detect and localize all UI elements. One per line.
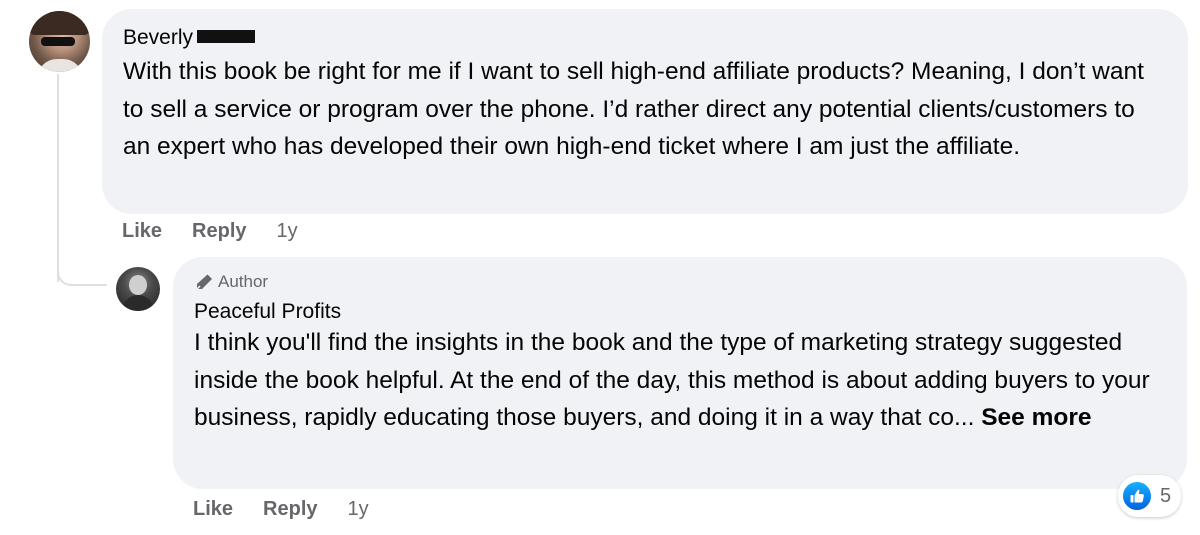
- author-badge: Author: [194, 271, 1167, 293]
- pen-icon: [196, 274, 212, 290]
- reply-like-button[interactable]: Like: [193, 498, 233, 521]
- reply-text: I think you'll find the insights in the …: [194, 324, 1167, 437]
- reply-author-name[interactable]: Peaceful Profits: [194, 300, 341, 324]
- author-badge-label: Author: [218, 272, 269, 291]
- reply-timestamp[interactable]: 1y: [348, 498, 369, 521]
- thread-connector-line: [57, 74, 59, 282]
- thumbs-up-icon: [1121, 480, 1153, 512]
- comment-like-button[interactable]: Like: [122, 220, 162, 243]
- comment-reply-button[interactable]: Reply: [192, 220, 246, 243]
- comment-actions: Like Reply 1y: [122, 220, 298, 243]
- comment-timestamp[interactable]: 1y: [277, 220, 298, 243]
- comment-author-name[interactable]: Beverly: [123, 26, 193, 50]
- thread-connector-curve: [57, 262, 107, 286]
- reaction-badge[interactable]: 5: [1118, 475, 1182, 517]
- see-more-link[interactable]: See more: [981, 404, 1091, 431]
- reply-reply-button[interactable]: Reply: [263, 498, 317, 521]
- avatar-head: [129, 275, 147, 295]
- avatar-shirt: [37, 59, 83, 72]
- commenter-avatar[interactable]: [29, 11, 90, 72]
- comment-text: With this book be right for me if I want…: [123, 58, 1144, 160]
- reply-actions: Like Reply 1y: [193, 498, 369, 521]
- comment-bubble: Beverly With this book be right for me i…: [102, 9, 1188, 214]
- avatar-hair: [29, 11, 90, 35]
- avatar-sunglasses: [41, 37, 75, 46]
- reply-bubble: Author Peaceful Profits I think you'll f…: [173, 257, 1187, 489]
- reply-author-avatar[interactable]: [116, 267, 160, 311]
- thumbs-up-glyph: [1130, 489, 1144, 503]
- redacted-surname: [197, 30, 256, 43]
- reaction-count: 5: [1160, 484, 1172, 507]
- avatar-body: [122, 295, 154, 311]
